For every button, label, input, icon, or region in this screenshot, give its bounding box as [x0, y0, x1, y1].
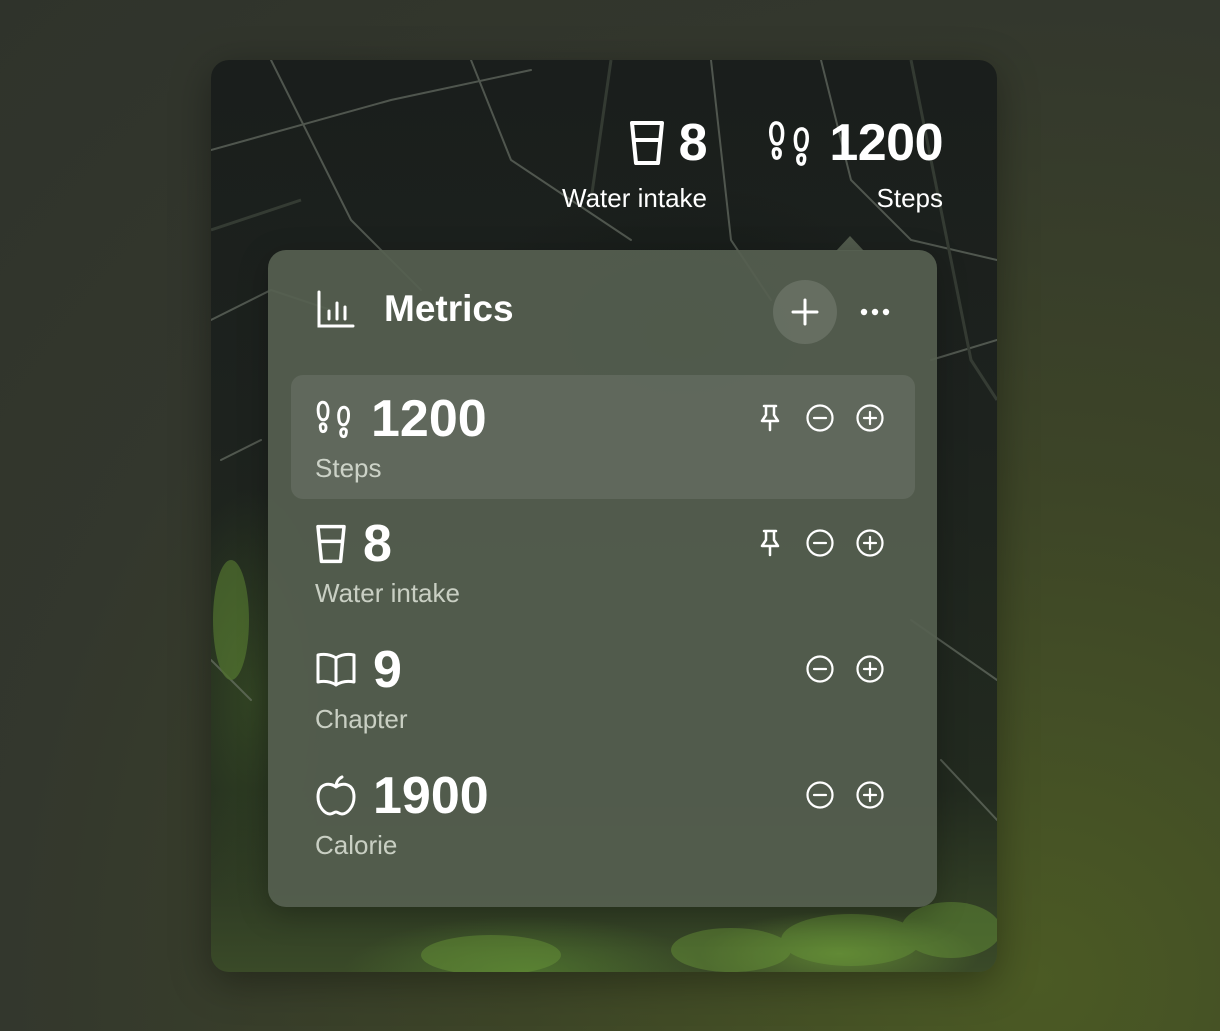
footprints-icon — [767, 119, 815, 167]
increment-button[interactable] — [855, 403, 885, 433]
metric-row-calorie[interactable]: 1900 Calorie — [291, 752, 915, 876]
summary-water[interactable]: 8 Water intake — [537, 117, 707, 214]
plus-circle-icon — [856, 529, 884, 557]
popover-caret — [836, 236, 864, 251]
metric-row-chapter[interactable]: 9 Chapter — [291, 626, 915, 750]
metric-value: 1900 — [373, 767, 489, 825]
pin-icon — [760, 529, 780, 557]
pin-icon — [760, 404, 780, 432]
minus-circle-icon — [806, 655, 834, 683]
decrement-button[interactable] — [805, 403, 835, 433]
footprints-icon — [315, 399, 355, 439]
plus-circle-icon — [856, 781, 884, 809]
minus-circle-icon — [806, 529, 834, 557]
decrement-button[interactable] — [805, 528, 835, 558]
plus-circle-icon — [856, 404, 884, 432]
metric-label: Calorie — [315, 830, 398, 860]
bar-chart-icon — [316, 289, 356, 329]
summary-water-value: 8 — [678, 114, 708, 172]
plus-circle-icon — [856, 655, 884, 683]
summary-steps-value: 1200 — [829, 114, 943, 172]
metric-row-steps[interactable]: 1200 Steps — [291, 375, 915, 499]
popover-title: Metrics — [384, 288, 514, 329]
increment-button[interactable] — [855, 780, 885, 810]
summary-steps-label: Steps — [876, 183, 944, 213]
summary-water-label: Water intake — [562, 183, 707, 213]
apple-icon — [315, 775, 357, 817]
increment-button[interactable] — [855, 654, 885, 684]
add-metric-button[interactable] — [773, 280, 837, 344]
metric-label: Chapter — [315, 704, 408, 734]
ellipsis-icon — [860, 308, 890, 316]
summary-steps[interactable]: 1200 Steps — [757, 117, 943, 214]
metric-label: Steps — [315, 453, 382, 483]
more-options-button[interactable] — [856, 296, 894, 328]
cup-icon — [629, 120, 665, 166]
minus-circle-icon — [806, 781, 834, 809]
decrement-button[interactable] — [805, 654, 835, 684]
minus-circle-icon — [806, 404, 834, 432]
metric-label: Water intake — [315, 578, 460, 608]
pin-button[interactable] — [755, 403, 785, 433]
pin-button[interactable] — [755, 528, 785, 558]
metric-value: 8 — [363, 515, 392, 573]
metric-row-water-intake[interactable]: 8 Water intake — [291, 500, 915, 624]
book-icon — [315, 652, 357, 688]
plus-icon — [791, 298, 819, 326]
decrement-button[interactable] — [805, 780, 835, 810]
popover-header: Metrics — [316, 288, 514, 330]
metric-value: 9 — [373, 641, 402, 699]
increment-button[interactable] — [855, 528, 885, 558]
cup-icon — [315, 524, 347, 564]
metric-value: 1200 — [371, 390, 487, 448]
metrics-popover: Metrics 1200 Steps 8 Water intake 9 Chap… — [268, 250, 937, 907]
